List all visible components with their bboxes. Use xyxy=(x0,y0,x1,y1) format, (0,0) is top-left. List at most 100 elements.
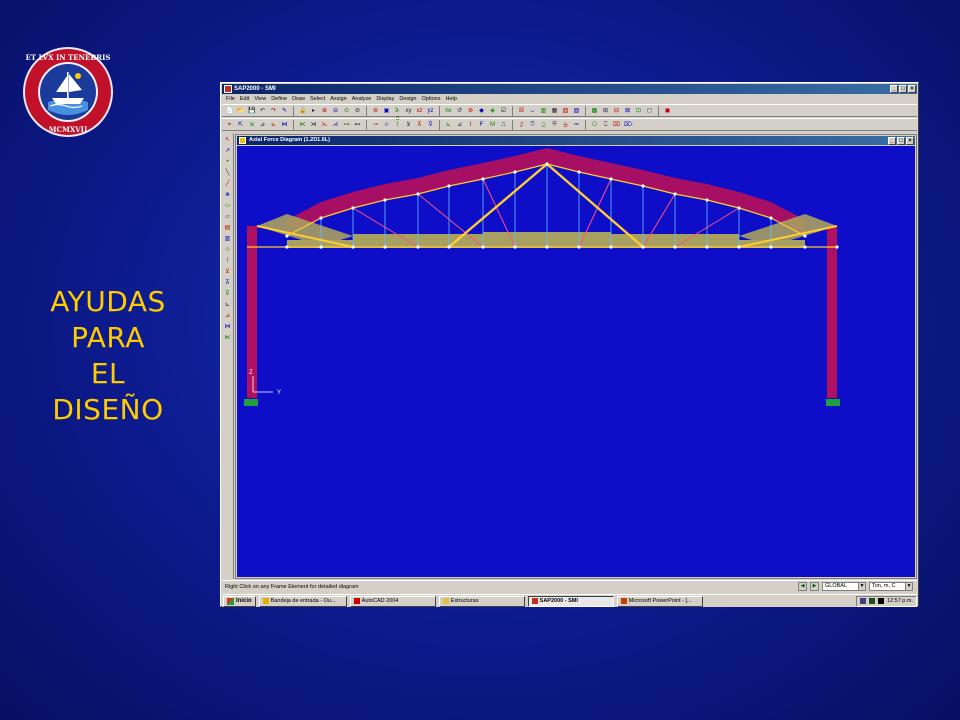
tbl-button-6[interactable]: ▭ xyxy=(223,201,232,210)
tb1-button-3[interactable]: ↶ xyxy=(258,106,267,115)
tb1-button-27[interactable]: ▦ xyxy=(550,106,559,115)
tb2-button-31[interactable]: ⎕ xyxy=(601,120,610,129)
doc-minimize-button[interactable]: _ xyxy=(888,137,896,145)
tb1-button-16[interactable]: xz xyxy=(415,106,424,115)
tbl-button-17[interactable]: ⋈ xyxy=(223,322,232,331)
tb2-button-5[interactable]: ⋈ xyxy=(280,120,289,129)
doc-close-button[interactable]: × xyxy=(906,137,914,145)
tbl-button-0[interactable]: ↖ xyxy=(223,135,232,144)
tbl-button-13[interactable]: ⊼ xyxy=(223,278,232,287)
tb2-button-3[interactable]: ⊿ xyxy=(258,120,267,129)
tb1-button-13[interactable]: ▣ xyxy=(382,106,391,115)
tb1-button-8[interactable]: ⊕ xyxy=(320,106,329,115)
tb1-button-15[interactable]: xy xyxy=(404,106,413,115)
next-arrow-icon[interactable]: ▶ xyxy=(810,582,819,591)
tbl-button-10[interactable]: ⊹ xyxy=(223,245,232,254)
tbl-button-2[interactable]: • xyxy=(223,157,232,166)
menu-analyze[interactable]: Analyze xyxy=(352,95,372,104)
tb2-button-21[interactable]: F xyxy=(477,120,486,129)
task-autocad[interactable]: AutoCAD 2004 xyxy=(349,595,436,607)
tb2-button-29[interactable]: ⎓ xyxy=(572,120,581,129)
tb1-button-1[interactable]: 📂 xyxy=(236,106,245,115)
tb2-button-9[interactable]: ⋌ xyxy=(331,120,340,129)
network-icon[interactable] xyxy=(860,598,866,604)
tb2-button-33[interactable]: ⌦ xyxy=(623,120,632,129)
tb2-button-14[interactable]: ⊺ xyxy=(393,120,402,129)
tbl-button-16[interactable]: ⊿ xyxy=(223,311,232,320)
tb2-button-25[interactable]: ⎏ xyxy=(528,120,537,129)
menu-file[interactable]: File xyxy=(226,95,235,104)
menu-options[interactable]: Options xyxy=(422,95,441,104)
tb2-button-10[interactable]: ⊶ xyxy=(342,120,351,129)
tb2-button-23[interactable]: ⎍ xyxy=(499,120,508,129)
tb2-button-1[interactable]: ⇱ xyxy=(236,120,245,129)
sap-app-icon[interactable] xyxy=(224,85,232,93)
close-button[interactable]: × xyxy=(908,85,916,93)
menu-display[interactable]: Display xyxy=(376,95,394,104)
tb1-button-18[interactable]: nv xyxy=(444,106,453,115)
volume-icon[interactable] xyxy=(869,598,875,604)
tb2-button-6[interactable]: ⋉ xyxy=(298,120,307,129)
menu-edit[interactable]: Edit xyxy=(240,95,249,104)
app-title-bar[interactable]: SAP2000 - SMI _ □ × xyxy=(222,84,917,94)
tb1-button-17[interactable]: yz xyxy=(426,106,435,115)
tb1-button-22[interactable]: ◈ xyxy=(488,106,497,115)
tbl-button-7[interactable]: ▱ xyxy=(223,212,232,221)
doc-maximize-button[interactable]: □ xyxy=(897,137,905,145)
tbl-button-9[interactable]: ▥ xyxy=(223,234,232,243)
tbl-button-8[interactable]: ▤ xyxy=(223,223,232,232)
tbl-button-11[interactable]: ⊺ xyxy=(223,256,232,265)
tb2-button-20[interactable]: I xyxy=(466,120,475,129)
tbl-button-15[interactable]: ⊾ xyxy=(223,300,232,309)
tb2-button-7[interactable]: ⋊ xyxy=(309,120,318,129)
tb2-button-28[interactable]: ⎒ xyxy=(561,120,570,129)
tb1-button-30[interactable]: ▩ xyxy=(590,106,599,115)
tb1-button-23[interactable]: ☑ xyxy=(499,106,508,115)
tb1-button-36[interactable]: ◼ xyxy=(663,106,672,115)
tb1-button-12[interactable]: ⊚ xyxy=(371,106,380,115)
tbl-button-5[interactable]: ⋇ xyxy=(223,190,232,199)
tb1-button-35[interactable]: ◻ xyxy=(645,106,654,115)
tb2-button-11[interactable]: ⊷ xyxy=(353,120,362,129)
tb2-button-0[interactable]: ⌖ xyxy=(225,120,234,129)
menu-draw[interactable]: Draw xyxy=(292,95,305,104)
tb2-button-26[interactable]: ⎐ xyxy=(539,120,548,129)
menu-view[interactable]: View xyxy=(254,95,266,104)
tb2-button-32[interactable]: ⌧ xyxy=(612,120,621,129)
tb2-button-16[interactable]: ⊼ xyxy=(415,120,424,129)
tb1-button-5[interactable]: ✎ xyxy=(280,106,289,115)
tb1-button-6[interactable]: 🔒 xyxy=(298,106,307,115)
tb1-button-0[interactable]: 📄 xyxy=(225,106,234,115)
tb2-button-13[interactable]: ⊹ xyxy=(382,120,391,129)
tb2-button-12[interactable]: ⊸ xyxy=(371,120,380,129)
tb2-button-27[interactable]: ⎑ xyxy=(550,120,559,129)
tb1-button-26[interactable]: ▥ xyxy=(539,106,548,115)
task-estructuras[interactable]: Estructuras xyxy=(438,595,525,607)
start-button[interactable]: Inicio xyxy=(223,595,256,607)
task-outlook[interactable]: Bandeja de entrada - Ou... xyxy=(258,595,347,607)
display-icon[interactable] xyxy=(878,598,884,604)
tb1-button-28[interactable]: ▧ xyxy=(561,106,570,115)
tb1-button-21[interactable]: ◆ xyxy=(477,106,486,115)
maximize-button[interactable]: □ xyxy=(899,85,907,93)
tb1-button-20[interactable]: ⊛ xyxy=(466,106,475,115)
tb1-button-4[interactable]: ↷ xyxy=(269,106,278,115)
tbl-button-3[interactable]: ╲ xyxy=(223,168,232,177)
tb1-button-25[interactable]: ↔ xyxy=(528,106,537,115)
tb1-button-32[interactable]: ⊟ xyxy=(612,106,621,115)
tb2-button-15[interactable]: ⊻ xyxy=(404,120,413,129)
previous-arrow-icon[interactable]: ◀ xyxy=(798,582,807,591)
tb2-button-17[interactable]: ⊽ xyxy=(426,120,435,129)
menu-define[interactable]: Define xyxy=(271,95,287,104)
tb1-button-19[interactable]: ↺ xyxy=(455,106,464,115)
tb2-button-22[interactable]: M xyxy=(488,120,497,129)
tb2-button-30[interactable]: ⎔ xyxy=(590,120,599,129)
tb1-button-33[interactable]: ⊠ xyxy=(623,106,632,115)
tb2-button-8[interactable]: ⋋ xyxy=(320,120,329,129)
menu-help[interactable]: Help xyxy=(445,95,456,104)
tb2-button-4[interactable]: ⊾ xyxy=(269,120,278,129)
menu-assign[interactable]: Assign xyxy=(330,95,347,104)
tb1-button-9[interactable]: ⊖ xyxy=(331,106,340,115)
tbl-button-1[interactable]: ↗ xyxy=(223,146,232,155)
tb1-button-14[interactable]: 3-d xyxy=(393,106,402,122)
